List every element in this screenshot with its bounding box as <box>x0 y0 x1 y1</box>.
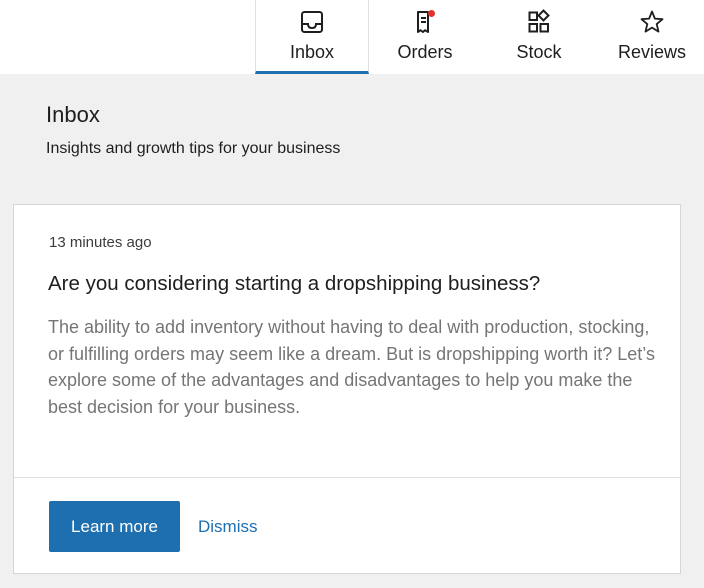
notification-dot <box>428 10 435 17</box>
tab-orders-label: Orders <box>397 42 453 62</box>
tab-orders[interactable]: Orders <box>368 0 482 74</box>
stock-icon <box>528 9 550 33</box>
top-nav-bar: Inbox Orders Stock Reviews <box>0 0 704 74</box>
tab-inbox-label: Inbox <box>289 42 335 62</box>
dismiss-button[interactable]: Dismiss <box>198 501 258 552</box>
page-title: Inbox <box>46 102 100 127</box>
tab-inbox[interactable]: Inbox <box>255 0 369 74</box>
inbox-icon <box>301 11 323 33</box>
tab-stock[interactable]: Stock <box>482 0 596 74</box>
card-divider <box>14 477 680 478</box>
star-icon <box>640 10 664 33</box>
orders-icon <box>417 10 435 33</box>
tab-stock-label: Stock <box>516 42 562 62</box>
learn-more-button[interactable]: Learn more <box>49 501 180 552</box>
note-body: The ability to add inventory without hav… <box>48 317 655 417</box>
tab-reviews-label: Reviews <box>617 42 687 62</box>
inbox-note-card: 13 minutes ago Are you considering start… <box>13 204 681 574</box>
tab-reviews[interactable]: Reviews <box>595 0 704 74</box>
page-subtitle: Insights and growth tips for your busine… <box>46 140 341 157</box>
note-title: Are you considering starting a dropshipp… <box>48 272 541 295</box>
note-timestamp: 13 minutes ago <box>49 234 152 251</box>
